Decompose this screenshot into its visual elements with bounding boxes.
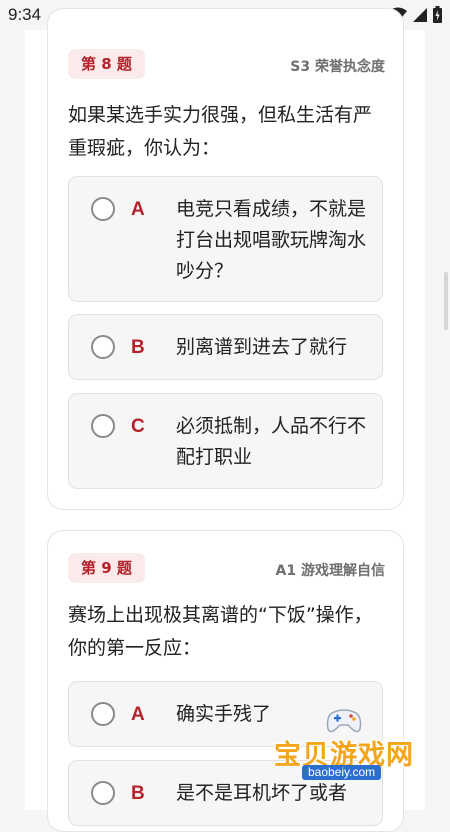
option-c[interactable]: C 必须抵制，人品不行不配打职业 [68, 393, 383, 489]
radio-button[interactable] [91, 414, 115, 438]
question-number-badge: 第 9 题 [68, 553, 145, 583]
radio-button[interactable] [91, 781, 115, 805]
scrollbar-thumb[interactable] [444, 272, 448, 330]
question-card-9: 第 9 题 A1 游戏理解自信 赛场上出现极其离谱的“下饭”操作，你的第一反应：… [47, 530, 404, 832]
radio-button[interactable] [91, 197, 115, 221]
watermark-url: baobeiy.com [302, 765, 382, 780]
cell-signal-icon [413, 7, 427, 22]
site-watermark: 宝贝游戏网 baobeiy.com [272, 705, 432, 785]
option-text: 别离谱到进去了就行 [176, 336, 348, 358]
question-dimension-tag: S3 荣誉执念度 [290, 59, 385, 75]
option-letter: A [131, 704, 145, 725]
option-a[interactable]: A 电竞只看成绩，不就是打台出规唱歌玩牌淘水吵分？ [68, 176, 383, 302]
option-letter: B [131, 337, 145, 358]
question-dimension-tag: A1 游戏理解自信 [275, 563, 385, 579]
option-letter: A [131, 199, 145, 220]
option-b[interactable]: B 别离谱到进去了就行 [68, 314, 383, 380]
radio-button[interactable] [91, 335, 115, 359]
option-text: 必须抵制，人品不行不配打职业 [176, 415, 367, 468]
gamepad-icon [326, 709, 362, 733]
option-letter: C [131, 416, 145, 437]
question-card-8: 第 8 题 S3 荣誉执念度 如果某选手实力很强，但私生活有严重瑕疵，你认为： … [47, 8, 404, 510]
question-number-badge: 第 8 题 [68, 49, 145, 79]
radio-button[interactable] [91, 702, 115, 726]
question-text: 如果某选手实力很强，但私生活有严重瑕疵，你认为： [68, 104, 373, 159]
status-time: 9:34 [8, 5, 42, 24]
option-text: 电竞只看成绩，不就是打台出规唱歌玩牌淘水吵分？ [176, 198, 367, 282]
question-text: 赛场上出现极其离谱的“下饭”操作，你的第一反应： [68, 604, 373, 659]
battery-icon [433, 6, 442, 23]
option-letter: B [131, 783, 145, 804]
